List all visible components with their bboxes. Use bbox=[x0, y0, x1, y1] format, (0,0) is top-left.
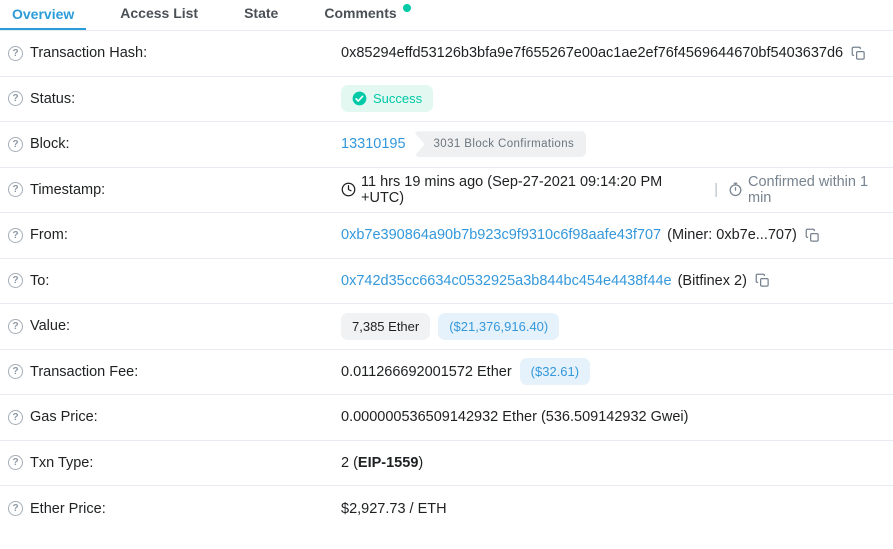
copy-icon[interactable] bbox=[851, 46, 866, 61]
timestamp-label-group: ? Timestamp: bbox=[8, 182, 341, 198]
transaction-fee-usd-badge: ($32.61) bbox=[520, 358, 590, 385]
status-badge: Success bbox=[341, 85, 433, 112]
txn-type-label: Txn Type: bbox=[30, 455, 93, 471]
help-icon[interactable]: ? bbox=[8, 410, 23, 425]
to-address-link[interactable]: 0x742d35cc6634c0532925a3b844bc454e4438f4… bbox=[341, 273, 672, 289]
check-circle-icon bbox=[352, 91, 367, 106]
tab-access-list[interactable]: Access List bbox=[108, 0, 210, 30]
from-address-link[interactable]: 0xb7e390864a90b7b923c9f9310c6f98aafe43f7… bbox=[341, 227, 661, 243]
row-to: ? To: 0x742d35cc6634c0532925a3b844bc454e… bbox=[0, 259, 893, 305]
confirmed-within-group: Confirmed within 1 min bbox=[728, 174, 893, 206]
transaction-hash-label: Transaction Hash: bbox=[30, 45, 147, 61]
tab-comments-label: Comments bbox=[324, 5, 396, 21]
transaction-fee-label: Transaction Fee: bbox=[30, 364, 138, 380]
to-label-group: ? To: bbox=[8, 273, 341, 289]
value-label-group: ? Value: bbox=[8, 318, 341, 334]
help-icon[interactable]: ? bbox=[8, 501, 23, 516]
transaction-hash-value: 0x85294effd53126b3bfa9e7f655267e00ac1ae2… bbox=[341, 45, 843, 61]
timestamp-value: 11 hrs 19 mins ago (Sep-27-2021 09:14:20… bbox=[361, 174, 704, 206]
ether-value-badge: 7,385 Ether bbox=[341, 313, 430, 340]
txn-type-eip: EIP-1559 bbox=[358, 455, 418, 471]
separator: | bbox=[714, 182, 718, 198]
txn-type-label-group: ? Txn Type: bbox=[8, 455, 341, 471]
txn-type-value: 2 (EIP-1559) bbox=[341, 455, 423, 471]
timestamp-label: Timestamp: bbox=[30, 182, 105, 198]
tab-state[interactable]: State bbox=[232, 0, 290, 30]
row-txn-type: ? Txn Type: 2 (EIP-1559) bbox=[0, 441, 893, 487]
ether-price-label-group: ? Ether Price: bbox=[8, 501, 341, 517]
help-icon[interactable]: ? bbox=[8, 228, 23, 243]
tab-comments[interactable]: Comments bbox=[312, 0, 422, 30]
transaction-fee-amount: 0.011266692001572 Ether bbox=[341, 364, 512, 380]
status-label-group: ? Status: bbox=[8, 91, 341, 107]
clock-icon bbox=[341, 182, 356, 197]
status-badge-text: Success bbox=[373, 91, 422, 106]
row-transaction-fee: ? Transaction Fee: 0.011266692001572 Eth… bbox=[0, 350, 893, 396]
row-status: ? Status: Success bbox=[0, 77, 893, 123]
row-transaction-hash: ? Transaction Hash: 0x85294effd53126b3bf… bbox=[0, 31, 893, 77]
row-from: ? From: 0xb7e390864a90b7b923c9f9310c6f98… bbox=[0, 213, 893, 259]
from-label-group: ? From: bbox=[8, 227, 341, 243]
block-number-link[interactable]: 13310195 bbox=[341, 136, 406, 152]
block-label: Block: bbox=[30, 136, 70, 152]
transaction-fee-label-group: ? Transaction Fee: bbox=[8, 364, 341, 380]
txn-type-prefix: 2 ( bbox=[341, 455, 358, 471]
status-label: Status: bbox=[30, 91, 75, 107]
row-block: ? Block: 13310195 3031 Block Confirmatio… bbox=[0, 122, 893, 168]
tab-bar: Overview Access List State Comments bbox=[0, 0, 893, 31]
help-icon[interactable]: ? bbox=[8, 364, 23, 379]
help-icon[interactable]: ? bbox=[8, 46, 23, 61]
row-gas-price: ? Gas Price: 0.000000536509142932 Ether … bbox=[0, 395, 893, 441]
tab-overview[interactable]: Overview bbox=[0, 0, 86, 30]
row-timestamp: ? Timestamp: 11 hrs 19 mins ago (Sep-27-… bbox=[0, 168, 893, 214]
help-icon[interactable]: ? bbox=[8, 319, 23, 334]
block-label-group: ? Block: bbox=[8, 136, 341, 152]
from-miner-note: (Miner: 0xb7e...707) bbox=[667, 227, 797, 243]
txn-type-suffix: ) bbox=[418, 455, 423, 471]
copy-icon[interactable] bbox=[805, 228, 820, 243]
copy-icon[interactable] bbox=[755, 273, 770, 288]
help-icon[interactable]: ? bbox=[8, 137, 23, 152]
ether-price-value: $2,927.73 / ETH bbox=[341, 501, 447, 517]
help-icon[interactable]: ? bbox=[8, 273, 23, 288]
transaction-details-page: Overview Access List State Comments ? Tr… bbox=[0, 0, 893, 532]
usd-value-badge: ($21,376,916.40) bbox=[438, 313, 559, 340]
to-name-tag-note: (Bitfinex 2) bbox=[678, 273, 747, 289]
ether-price-label: Ether Price: bbox=[30, 501, 106, 517]
confirmed-within-text: Confirmed within 1 min bbox=[748, 174, 893, 206]
from-label: From: bbox=[30, 227, 68, 243]
gas-price-label-group: ? Gas Price: bbox=[8, 409, 341, 425]
transaction-hash-label-group: ? Transaction Hash: bbox=[8, 45, 341, 61]
help-icon[interactable]: ? bbox=[8, 91, 23, 106]
row-value: ? Value: 7,385 Ether ($21,376,916.40) bbox=[0, 304, 893, 350]
comments-notification-dot bbox=[403, 4, 411, 12]
to-label: To: bbox=[30, 273, 49, 289]
gas-price-label: Gas Price: bbox=[30, 409, 98, 425]
help-icon[interactable]: ? bbox=[8, 182, 23, 197]
row-ether-price: ? Ether Price: $2,927.73 / ETH bbox=[0, 486, 893, 532]
value-label: Value: bbox=[30, 318, 70, 334]
gas-price-value: 0.000000536509142932 Ether (536.50914293… bbox=[341, 409, 688, 425]
stopwatch-icon bbox=[728, 182, 743, 197]
block-confirmations-badge: 3031 Block Confirmations bbox=[414, 131, 587, 157]
help-icon[interactable]: ? bbox=[8, 455, 23, 470]
